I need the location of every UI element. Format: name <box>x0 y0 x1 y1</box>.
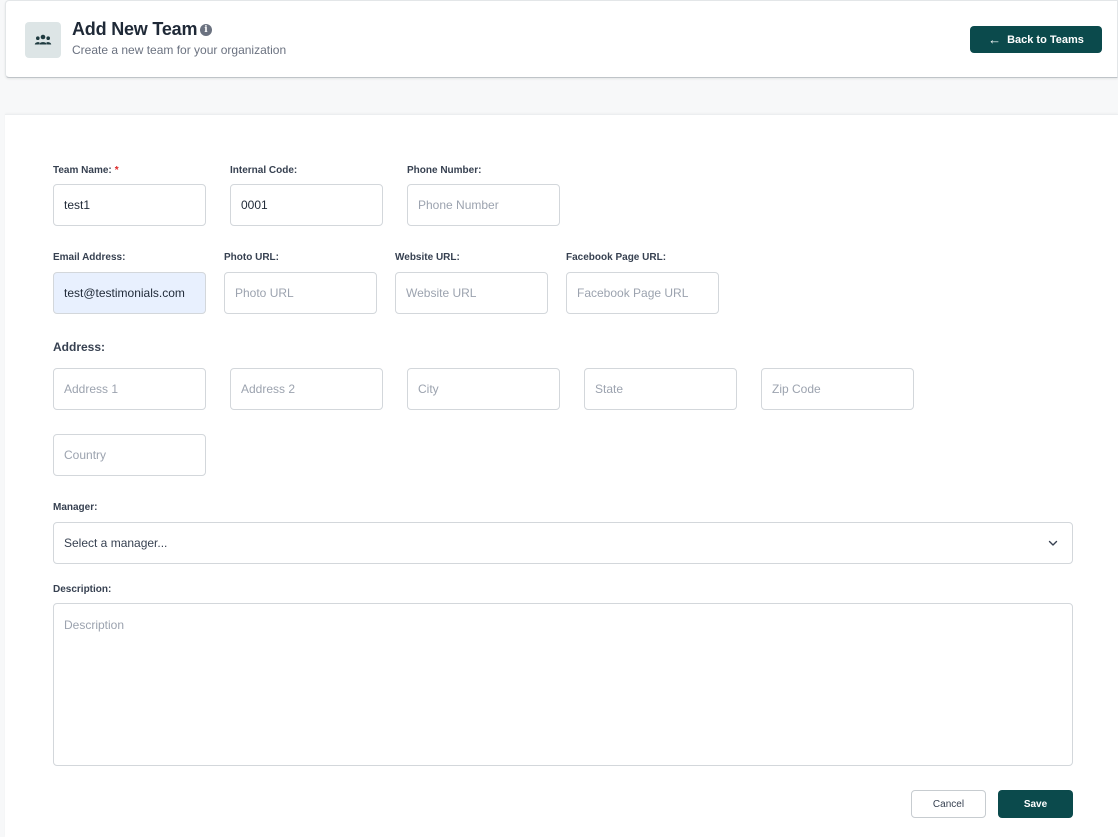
email-address-label: Email Address: <box>53 252 126 263</box>
team-form: Team Name:* Internal Code: Phone Number:… <box>5 114 1118 837</box>
zip-code-input[interactable] <box>761 368 914 410</box>
page-subtitle: Create a new team for your organization <box>72 43 287 57</box>
photo-url-label: Photo URL: <box>224 252 279 263</box>
arrow-left-icon: ← <box>988 32 1002 47</box>
team-icon-glyph <box>34 34 52 45</box>
team-name-label: Team Name: * <box>53 165 119 176</box>
email-address-input[interactable] <box>53 272 206 314</box>
team-icon <box>25 22 61 58</box>
state-input[interactable] <box>584 368 737 410</box>
facebook-url-label: Facebook Page URL: <box>566 252 667 263</box>
phone-number-label: Phone Number: <box>407 165 482 176</box>
chevron-down-icon <box>1048 540 1058 546</box>
facebook-url-input[interactable] <box>566 272 719 314</box>
manager-select[interactable]: Select a manager... <box>53 522 1073 564</box>
manager-select-value: Select a manager... <box>64 536 168 550</box>
address2-input[interactable] <box>230 368 383 410</box>
internal-code-input[interactable] <box>230 184 383 226</box>
page-title: Add New Team <box>72 19 198 39</box>
back-to-teams-button[interactable]: ← Back to Teams <box>970 26 1102 53</box>
page-header: Add New Team i Create a new team for you… <box>5 0 1118 78</box>
country-input[interactable] <box>53 434 206 476</box>
website-url-input[interactable] <box>395 272 548 314</box>
required-mark: * <box>114 165 119 176</box>
address1-input[interactable] <box>53 368 206 410</box>
save-button[interactable]: Save <box>998 790 1073 818</box>
description-label: Description: <box>53 584 112 595</box>
description-textarea[interactable] <box>53 603 1073 766</box>
internal-code-label: Internal Code: <box>230 165 298 176</box>
cancel-button[interactable]: Cancel <box>911 790 986 818</box>
back-to-teams-label: Back to Teams <box>1007 33 1084 46</box>
photo-url-input[interactable] <box>224 272 377 314</box>
website-url-label: Website URL: <box>395 252 460 263</box>
team-name-input[interactable] <box>53 184 206 226</box>
phone-number-input[interactable] <box>407 184 560 226</box>
city-input[interactable] <box>407 368 560 410</box>
manager-label: Manager: <box>53 502 98 513</box>
info-icon[interactable]: i <box>200 24 212 36</box>
address-label: Address: <box>53 340 106 354</box>
